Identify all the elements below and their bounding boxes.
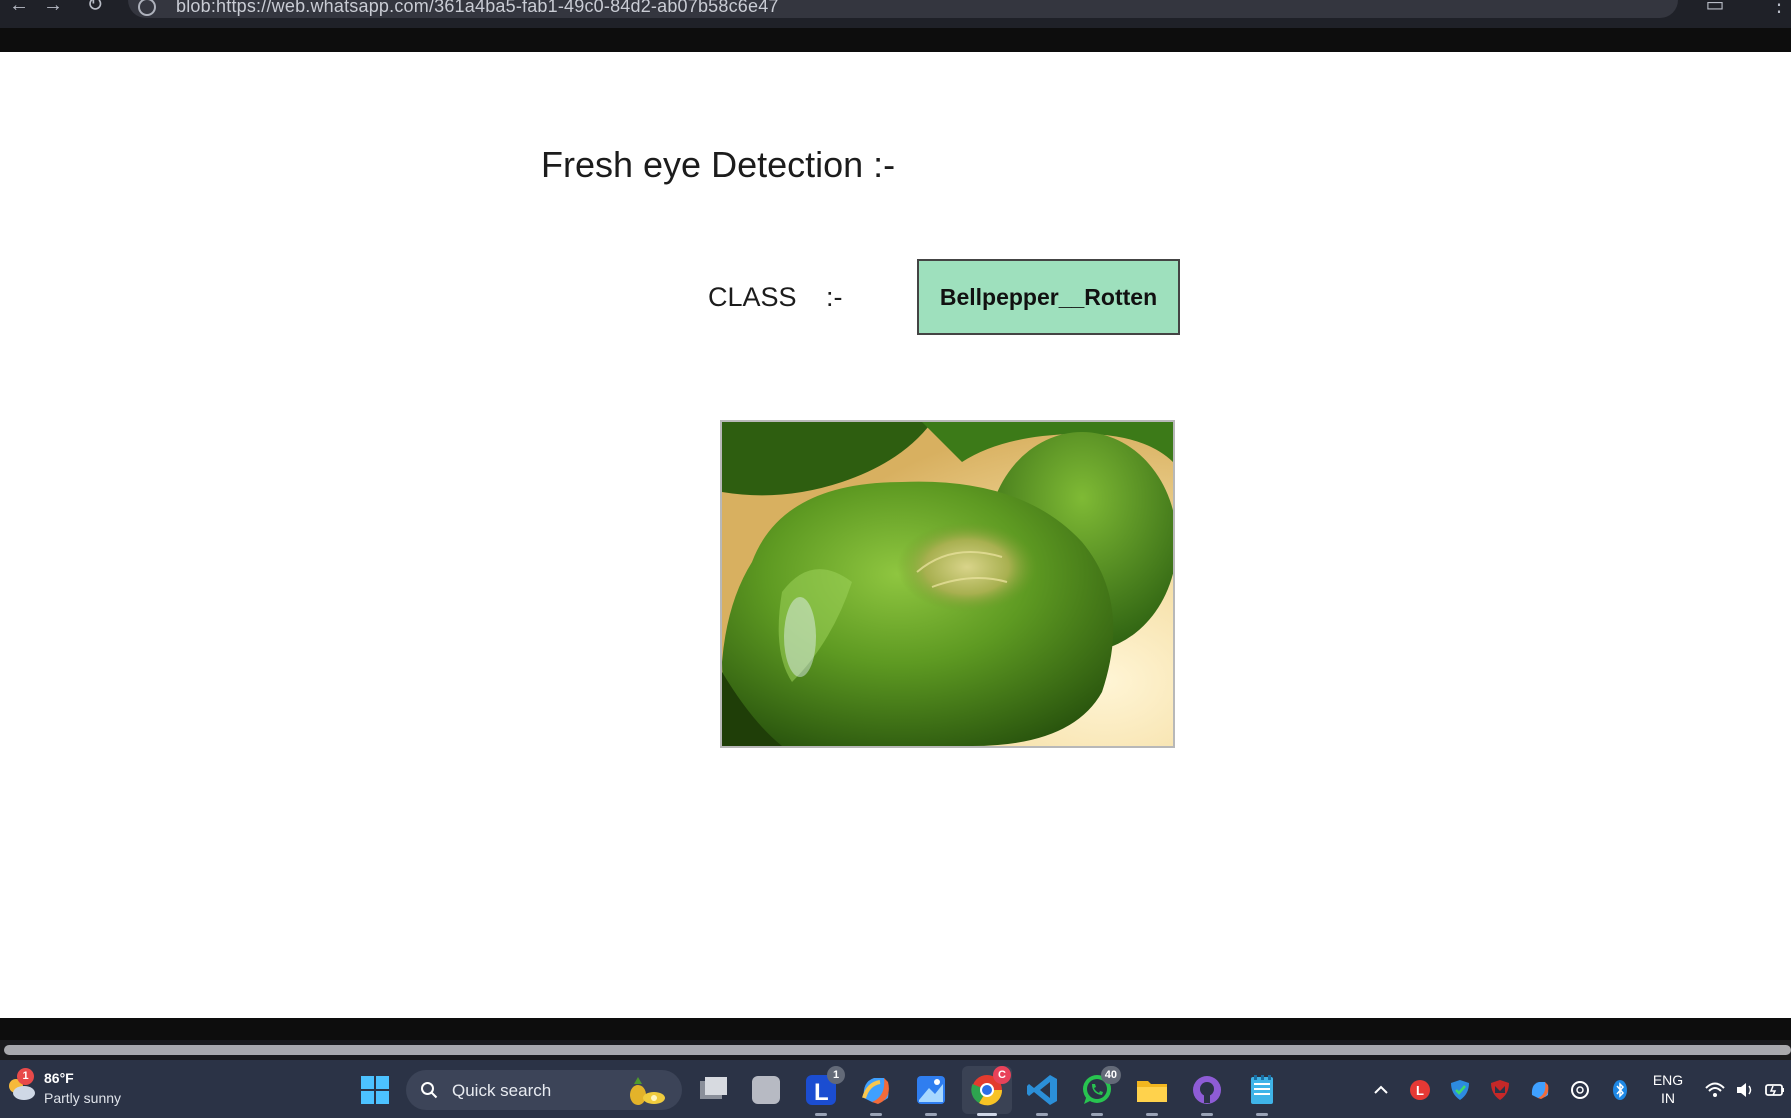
l-app-icon[interactable]: L 1 xyxy=(803,1066,845,1116)
running-indicator xyxy=(1091,1113,1103,1116)
forward-icon[interactable]: → xyxy=(38,0,68,20)
openai-icon[interactable] xyxy=(1569,1079,1591,1101)
svg-text:L: L xyxy=(1416,1083,1424,1098)
taskbar: 1 86°F Partly sunny Quick search L 1 C 4… xyxy=(0,1060,1791,1118)
browser-toolbar: ← → ↻ blob:https://web.whatsapp.com/361a… xyxy=(0,0,1791,28)
screen: ← → ↻ blob:https://web.whatsapp.com/361a… xyxy=(0,0,1791,1118)
scrollbar-thumb[interactable] xyxy=(4,1045,1791,1055)
pineapple-icon xyxy=(630,1077,665,1105)
language-line2: IN xyxy=(1661,1090,1675,1106)
running-indicator xyxy=(1201,1113,1213,1116)
weather-temp: 86°F xyxy=(44,1070,74,1086)
class-label: CLASS xyxy=(708,282,797,312)
running-indicator xyxy=(925,1113,937,1116)
app-grey-icon[interactable] xyxy=(748,1072,784,1108)
whatsapp-icon[interactable]: 40 xyxy=(1079,1066,1121,1116)
language-line1: ENG xyxy=(1652,1072,1684,1088)
vscode-icon[interactable] xyxy=(1024,1072,1060,1116)
extensions-icon[interactable]: ▭ xyxy=(1700,0,1730,20)
browser-divider xyxy=(0,28,1791,52)
whatsapp-badge: 40 xyxy=(1100,1066,1121,1084)
wifi-icon[interactable] xyxy=(1704,1079,1726,1101)
weather-widget[interactable]: 1 86°F Partly sunny xyxy=(6,1068,136,1112)
photos-icon[interactable] xyxy=(913,1072,949,1116)
page-title: Fresh eye Detection :- xyxy=(541,144,896,185)
search-placeholder: Quick search xyxy=(452,1081,552,1100)
taskbar-search[interactable]: Quick search xyxy=(406,1070,682,1110)
copilot-tray-icon[interactable] xyxy=(1529,1079,1551,1101)
weather-badge: 1 xyxy=(17,1068,34,1085)
chrome-icon[interactable]: C xyxy=(969,1066,1011,1116)
class-result-text: Bellpepper__Rotten xyxy=(939,283,1158,310)
running-indicator xyxy=(1256,1113,1268,1116)
running-indicator xyxy=(870,1113,882,1116)
address-text[interactable]: blob:https://web.whatsapp.com/361a4ba5-f… xyxy=(176,0,779,17)
volume-icon[interactable] xyxy=(1734,1079,1756,1101)
reload-icon[interactable]: ↻ xyxy=(80,0,110,20)
l-app-badge: 1 xyxy=(827,1066,845,1084)
chevron-up-icon[interactable] xyxy=(1370,1079,1392,1101)
chrome-badge: C xyxy=(993,1066,1011,1084)
start-windows-icon[interactable] xyxy=(360,1075,390,1105)
bookmark-star-icon[interactable]: ☆ xyxy=(1628,0,1646,1)
copilot-icon[interactable] xyxy=(858,1072,894,1116)
bluetooth-icon[interactable] xyxy=(1609,1079,1631,1101)
battery-icon[interactable] xyxy=(1764,1079,1786,1101)
pepper-image-graphic xyxy=(722,422,1173,746)
class-separator: :- xyxy=(826,282,843,312)
running-indicator xyxy=(1036,1113,1048,1116)
horizontal-scrollbar[interactable] xyxy=(0,1040,1791,1060)
running-indicator xyxy=(1146,1113,1158,1116)
running-indicator xyxy=(815,1113,827,1116)
file-explorer-icon[interactable] xyxy=(1134,1072,1170,1116)
address-bar[interactable]: blob:https://web.whatsapp.com/361a4ba5-f… xyxy=(128,0,1678,18)
language-indicator[interactable]: ENG IN xyxy=(1648,1071,1688,1107)
weather-desc: Partly sunny xyxy=(44,1090,122,1106)
page-bottom-bar xyxy=(0,1018,1791,1040)
antivirus-icon[interactable] xyxy=(1489,1079,1511,1101)
page-viewport: Fresh eye Detection :- CLASS :- Bellpepp… xyxy=(0,52,1791,1018)
svg-text:L: L xyxy=(814,1079,829,1106)
search-icon xyxy=(421,1082,438,1099)
shield-icon[interactable] xyxy=(1449,1079,1471,1101)
active-indicator xyxy=(977,1113,997,1116)
task-view-icon[interactable] xyxy=(695,1072,731,1108)
menu-icon[interactable]: ⋮ xyxy=(1764,0,1791,20)
notepad-icon[interactable] xyxy=(1244,1072,1280,1116)
back-icon[interactable]: ← xyxy=(4,0,34,20)
class-result-box: Bellpepper__Rotten xyxy=(917,259,1180,335)
site-info-icon[interactable] xyxy=(138,0,156,16)
github-icon[interactable] xyxy=(1189,1072,1225,1116)
pepper-image xyxy=(720,420,1175,748)
l-tray-icon[interactable]: L xyxy=(1409,1079,1431,1101)
